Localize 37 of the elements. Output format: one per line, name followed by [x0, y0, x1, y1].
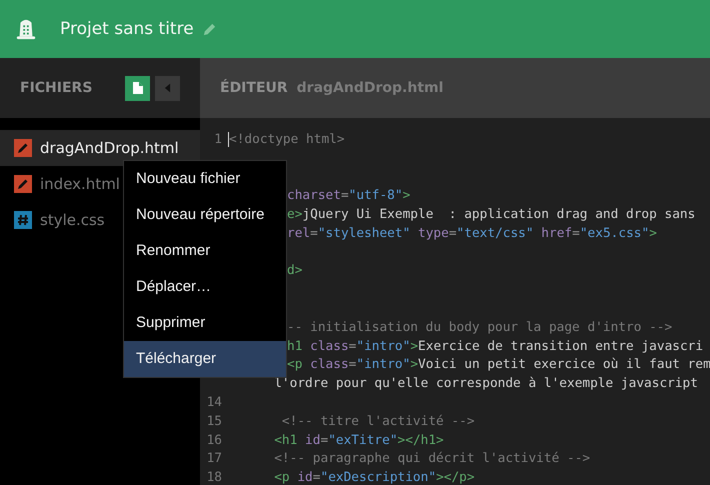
menu-item[interactable]: Supprimer [124, 305, 286, 341]
code-line: <!-- titre l'activité --> [280, 414, 475, 429]
thimble-icon [15, 17, 37, 41]
line-number: 18 [206, 470, 222, 485]
code-line: <!doctype html> [229, 132, 345, 147]
code-line: <p id="exDescription"></p> [273, 470, 475, 485]
code-line: e>jQuery Ui Exemple : application drag and drop sans [287, 207, 696, 222]
menu-item[interactable]: Renommer [124, 233, 286, 269]
code-line: <h1 id="exTitre"></h1> [273, 432, 444, 448]
line-number: 15 [206, 414, 222, 429]
code-line: d> [287, 263, 302, 278]
line-number: 17 [206, 451, 222, 466]
code-line: -- initialisation du body pour la page d'intro --> [287, 320, 672, 335]
editor-label: ÉDITEUR [220, 80, 288, 96]
code-line: h1 class="intro">Exercice de transition entre javascri [287, 338, 704, 354]
triangle-icon [164, 83, 171, 93]
file-icon [132, 81, 144, 95]
line-number: 14 [206, 395, 222, 410]
code-line: charset="utf-8"> [287, 188, 410, 204]
code-line: <p class="intro">Voici un petit exercice où il faut rem [287, 357, 710, 372]
menu-item[interactable]: Télécharger [124, 341, 286, 377]
editor-filename: dragAndDrop.html [296, 80, 444, 96]
sidebar-title: FICHIERS [20, 80, 94, 96]
pencil-icon [14, 175, 32, 193]
file-item[interactable]: dragAndDrop.html [0, 130, 200, 166]
menu-item[interactable]: Déplacer… [124, 269, 286, 305]
pencil-icon[interactable] [202, 22, 217, 36]
new-file-button[interactable] [125, 76, 150, 100]
hash-icon [14, 211, 32, 229]
text-cursor [228, 132, 229, 147]
code-line: l'ordre pour qu'elle corresponde à l'exemple javascript [273, 376, 698, 392]
line-number: 16 [206, 432, 222, 448]
menu-item[interactable]: Nouveau répertoire [124, 197, 286, 233]
pencil-icon [14, 139, 32, 157]
code-line: rel="stylesheet" type="text/css" href="ex5.css"> [287, 226, 657, 241]
code-line: <!-- paragraphe qui décrit l'activité --> [273, 451, 590, 466]
line-number: 1 [214, 132, 222, 147]
